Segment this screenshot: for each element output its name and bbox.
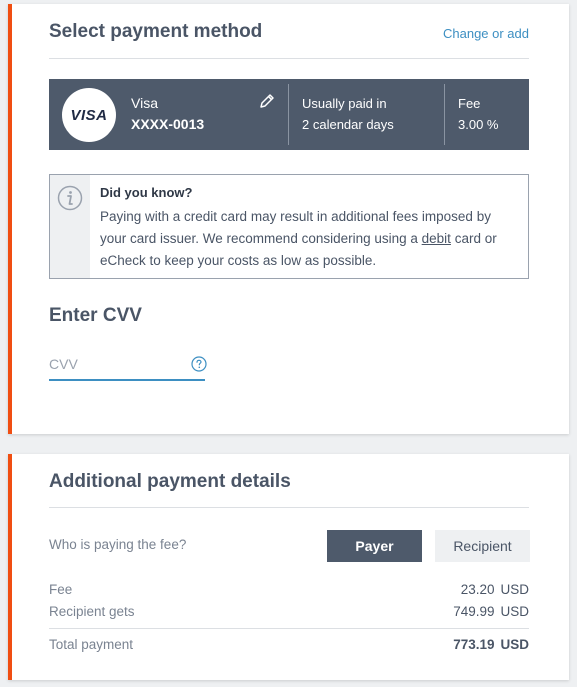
recipient-gets-amount: 749.99 USD bbox=[453, 604, 529, 619]
paid-in-value: 2 calendar days bbox=[302, 117, 394, 132]
fee-label: Fee bbox=[49, 582, 73, 597]
payment-method-card: Select payment method Change or add VISA… bbox=[8, 4, 569, 434]
card-number: XXXX-0013 bbox=[131, 116, 205, 132]
fee-value: 3.00 % bbox=[458, 117, 499, 132]
divider bbox=[49, 628, 529, 629]
info-text: Paying with a credit card may result in … bbox=[100, 209, 497, 268]
help-icon[interactable] bbox=[191, 356, 207, 372]
change-or-add-link[interactable]: Change or add bbox=[443, 26, 529, 41]
total-amount: 773.19 USD bbox=[453, 637, 529, 652]
cvv-title: Enter CVV bbox=[49, 305, 142, 326]
divider bbox=[444, 84, 445, 145]
payer-button[interactable]: Payer bbox=[327, 530, 422, 562]
payment-method-title: Select payment method bbox=[49, 21, 263, 42]
who-pays-label: Who is paying the fee? bbox=[49, 537, 187, 552]
cvv-input[interactable] bbox=[49, 351, 179, 377]
info-icon bbox=[57, 185, 83, 211]
paid-in-label: Usually paid in bbox=[302, 96, 387, 111]
debit-link[interactable]: debit bbox=[422, 231, 451, 246]
cvv-field bbox=[49, 351, 207, 381]
info-title: Did you know? bbox=[100, 185, 193, 200]
selected-payment-method[interactable]: VISA Visa XXXX-0013 Usually paid in 2 ca… bbox=[49, 79, 529, 150]
payment-details-card: Additional payment details Who is paying… bbox=[8, 454, 569, 680]
recipient-gets-label: Recipient gets bbox=[49, 604, 135, 619]
divider bbox=[288, 84, 289, 145]
divider bbox=[49, 58, 529, 59]
pencil-icon[interactable] bbox=[258, 92, 276, 110]
total-label: Total payment bbox=[49, 637, 134, 652]
fee-label: Fee bbox=[458, 96, 481, 111]
visa-logo: VISA bbox=[62, 88, 116, 142]
fee-amount: 23.20 USD bbox=[460, 582, 529, 597]
details-title: Additional payment details bbox=[49, 471, 291, 492]
divider bbox=[49, 507, 529, 508]
info-notice: Did you know? Paying with a credit card … bbox=[49, 174, 529, 279]
card-name: Visa bbox=[131, 95, 158, 111]
recipient-button[interactable]: Recipient bbox=[435, 530, 530, 562]
